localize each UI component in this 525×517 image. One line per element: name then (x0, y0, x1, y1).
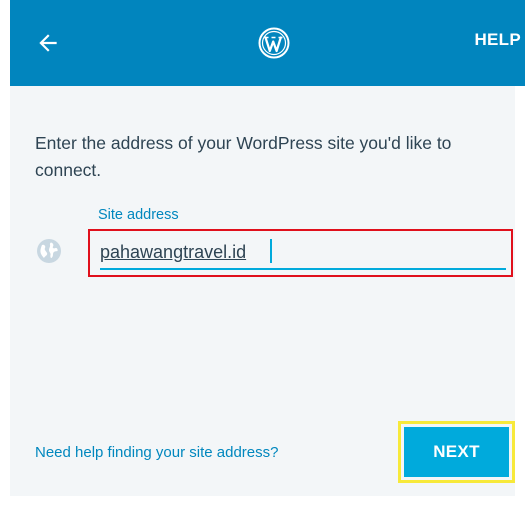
next-button-highlight: NEXT (398, 421, 515, 483)
site-address-field-highlight (88, 229, 513, 277)
text-cursor (270, 239, 272, 263)
help-button[interactable]: HELP (474, 30, 521, 50)
app-bar: HELP (10, 0, 525, 86)
site-address-help-link[interactable]: Need help finding your site address? (35, 444, 279, 461)
back-button[interactable] (26, 21, 70, 65)
connect-site-form: Enter the address of your WordPress site… (10, 86, 515, 496)
site-address-label: Site address (98, 207, 179, 223)
wordpress-logo-icon (258, 27, 290, 59)
login-screen: HELP Enter the address of your WordPress… (0, 0, 525, 517)
site-address-input[interactable] (100, 239, 504, 265)
next-button[interactable]: NEXT (404, 427, 509, 477)
arrow-left-icon (39, 34, 57, 52)
globe-icon (37, 239, 61, 263)
site-address-underline (100, 268, 506, 270)
intro-text: Enter the address of your WordPress site… (35, 133, 452, 180)
